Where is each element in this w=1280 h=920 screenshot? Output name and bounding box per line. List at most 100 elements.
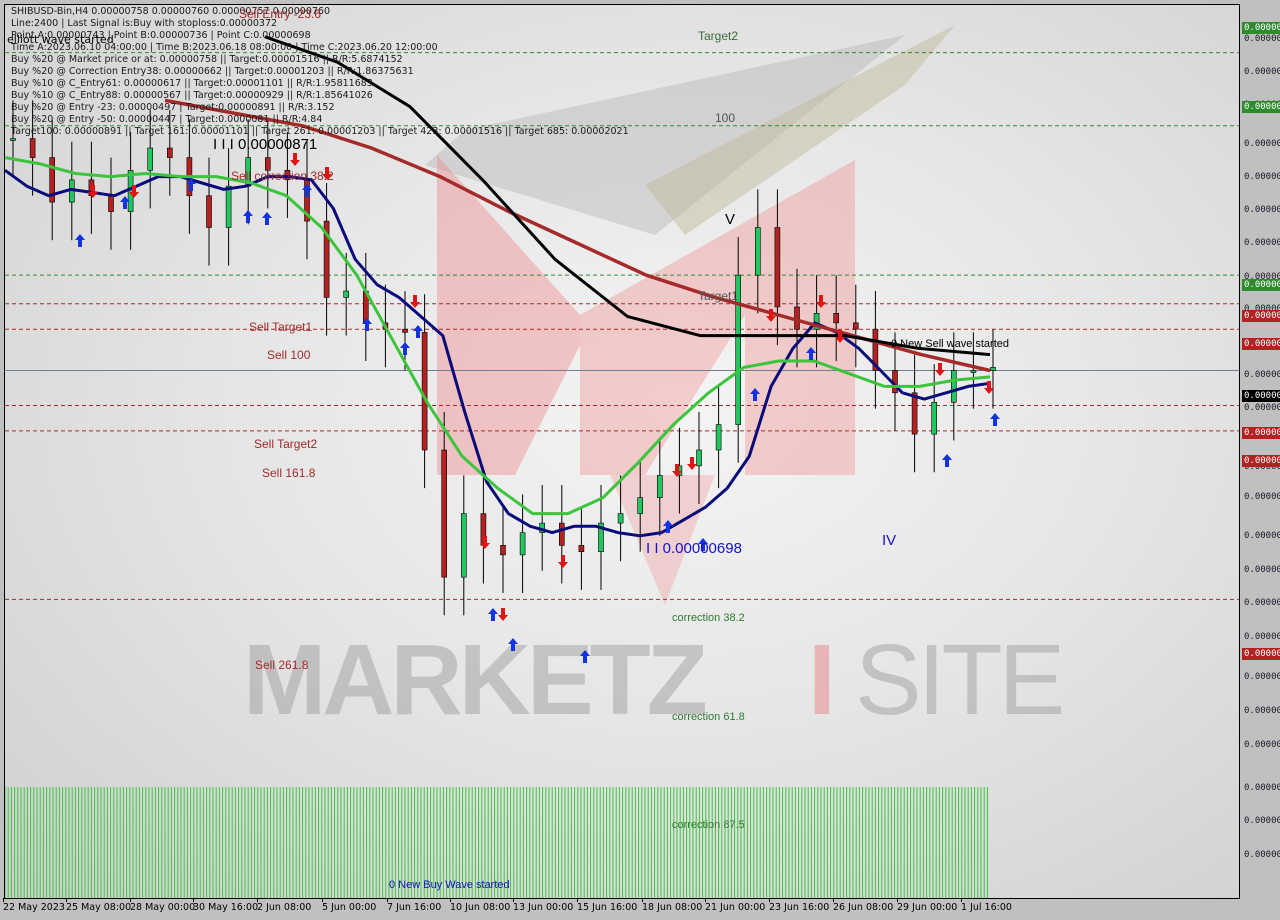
candle-up: [754, 227, 761, 276]
new-sell-wave-label: 0 New Sell wave started: [891, 338, 1009, 350]
candle-up: [696, 449, 702, 467]
candle-down: [421, 332, 428, 451]
candle-down: [500, 545, 506, 556]
time-tick: 21 Jun 00:00: [705, 898, 766, 913]
candle-up: [460, 513, 467, 578]
candle-up: [970, 370, 977, 373]
time-tick: 5 Jun 00:00: [322, 898, 377, 913]
time-tick: 18 Jun 08:00: [642, 898, 703, 913]
time-tick: 15 Jun 16:00: [577, 898, 638, 913]
wave-v-label: V: [725, 211, 736, 228]
level-100-label: 100: [715, 111, 736, 125]
candle-down: [29, 138, 36, 158]
candle-up: [617, 513, 624, 524]
price-chart: [5, 35, 1239, 898]
candle-up: [990, 367, 996, 371]
price-tick: 0.00000: [1244, 531, 1280, 541]
buy-arrow-icon: [75, 234, 85, 247]
price-tick: 0.00000: [1244, 598, 1280, 608]
buy-arrow-icon: [243, 210, 253, 223]
buy-arrow-icon: [580, 650, 590, 663]
candle-up: [10, 138, 16, 141]
candle-down: [108, 195, 114, 212]
signal-line: Buy %10 @ C_Entry61: 0.00000617 || Targe…: [11, 78, 373, 89]
price-tick: 0.00000: [1244, 816, 1280, 826]
signal-line: Buy %10 @ C_Entry88: 0.00000567 || Targe…: [11, 90, 373, 101]
sell-arrow-icon: [410, 295, 420, 308]
price-tick: 0.00000: [1244, 672, 1280, 682]
buy-arrow-icon: [413, 325, 423, 338]
sell-arrow-icon: [498, 608, 508, 621]
candle-up: [715, 424, 722, 451]
price-badge: 0.000007: [1242, 390, 1280, 402]
candle-up: [931, 402, 938, 435]
sell-161-label: Sell 161.8: [262, 466, 316, 480]
correction-875-label: correction 87.5: [672, 819, 745, 831]
buy-arrow-icon: [942, 454, 952, 467]
time-tick: 7 Jun 16:00: [387, 898, 442, 913]
candle-up: [637, 497, 644, 514]
sell-arrow-icon: [816, 295, 826, 308]
price-badge: 0.000008: [1242, 22, 1280, 34]
buy-arrow-icon: [262, 212, 272, 225]
sell-arrow-icon: [687, 457, 697, 470]
wave-iv-label: IV: [882, 532, 897, 549]
price-tick: 0.00000: [1244, 205, 1280, 215]
time-axis[interactable]: 22 May 2023 25 May 08:00 28 May 00:00 30 Ma…: [0, 898, 1240, 920]
price-tick: 0.00000: [1244, 403, 1280, 413]
correction-382-label: correction 38.2: [672, 612, 745, 624]
target2-label: Target2: [698, 29, 739, 43]
candle-down: [852, 322, 859, 330]
signal-line: Buy %20 @ Correction Entry38: 0.00000662…: [11, 66, 414, 77]
time-tick: 28 May 00:00: [130, 898, 196, 913]
sell-target2-label: Sell Target2: [254, 437, 318, 451]
time-tick: 29 Jun 00:00: [897, 898, 958, 913]
candle-up: [950, 370, 957, 403]
candle-up: [519, 532, 526, 556]
candle-down: [441, 449, 448, 578]
candle-up: [343, 290, 350, 298]
time-tick: 23 Jun 16:00: [769, 898, 830, 913]
time-tick: 30 May 16:00: [193, 898, 259, 913]
new-buy-wave-label: 0 New Buy Wave started: [389, 879, 510, 891]
time-tick: 13 Jun 00:00: [513, 898, 574, 913]
buy-arrow-icon: [806, 347, 816, 360]
price-badge: 0.000008: [1242, 101, 1280, 113]
signal-line: Buy %20 @ Entry -23: 0.00000497 | Target…: [11, 102, 335, 113]
price-tick: 0.00000: [1244, 706, 1280, 716]
elliott-wave-label: elliott wave started: [7, 33, 114, 46]
time-tick: 26 Jun 08:00: [833, 898, 894, 913]
candle-down: [558, 522, 565, 546]
sell-arrow-icon: [290, 153, 300, 166]
candle-up: [656, 475, 663, 498]
correction-618-label: correction 61.8: [672, 711, 745, 723]
chart-plot-area[interactable]: MARKETZ I SITE SHIBUSD-Bin,H4 0.00000758…: [4, 4, 1240, 899]
candle-down: [911, 392, 918, 435]
signal-line: Buy %20 @ Entry -50: 0.00000447 | Target…: [11, 114, 323, 125]
price-tick: 0.00000: [1244, 67, 1280, 77]
price-badge: 0.000006: [1242, 648, 1280, 660]
buy-arrow-icon: [508, 638, 518, 651]
price-badge: 0.000007: [1242, 338, 1280, 350]
wave-iii-label: I I I 0.00000871: [213, 136, 318, 153]
candle-up: [225, 185, 232, 228]
buy-arrow-icon: [750, 388, 760, 401]
price-tick: 0.00000: [1244, 783, 1280, 793]
time-tick: 22 May 2023: [3, 898, 65, 913]
candle-up: [147, 147, 153, 171]
price-axis[interactable]: 0.00000 0.00000 0.00000 0.00000 0.00000 0.000…: [1240, 4, 1280, 899]
price-tick: 0.00000: [1244, 565, 1280, 575]
sell-arrow-icon: [935, 363, 945, 376]
price-tick: 0.00000: [1244, 850, 1280, 860]
price-tick: 0.00000: [1244, 740, 1280, 750]
candle-down: [774, 227, 781, 308]
target1-label: Target1: [698, 289, 739, 303]
candle-down: [206, 195, 212, 228]
time-tick: 1 Jul 16:00: [961, 898, 1012, 913]
line-info: Line:2400 | Last Signal is:Buy with stop…: [11, 18, 278, 29]
sell-correction-label: Sell correction 38.2: [231, 169, 334, 183]
price-badge: 0.000007: [1242, 455, 1280, 467]
price-tick: 0.00000: [1244, 172, 1280, 182]
candle-down: [167, 147, 173, 158]
targets-line: Target100: 0.00000891 || Target 161: 0.0…: [11, 126, 629, 137]
